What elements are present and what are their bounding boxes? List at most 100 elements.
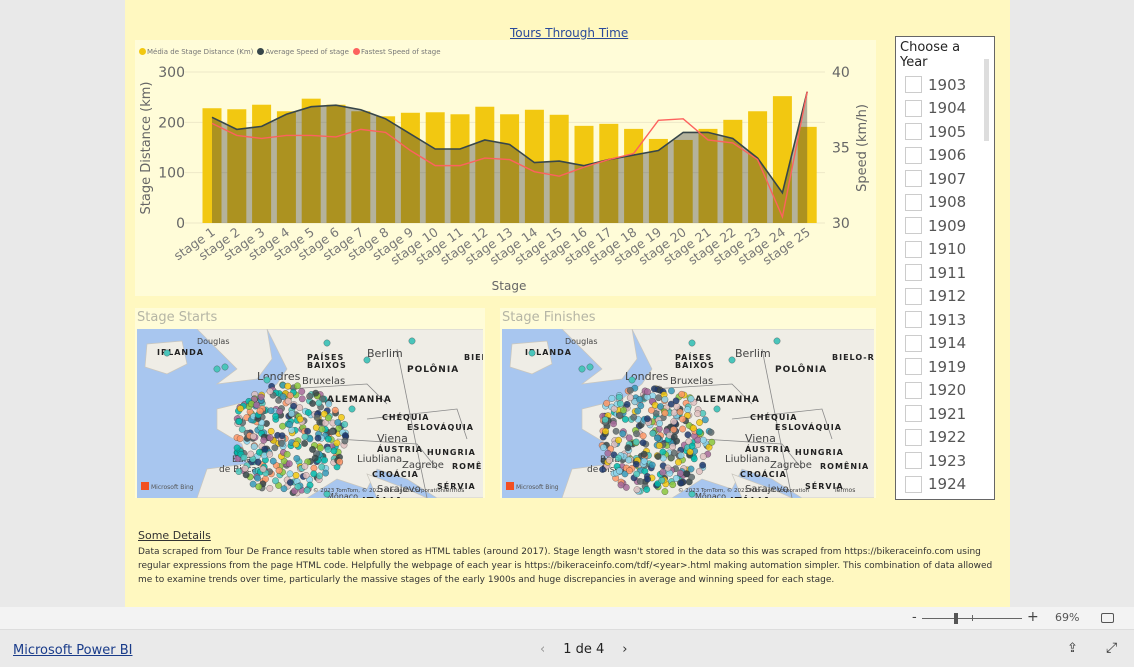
- checkbox[interactable]: [905, 240, 922, 258]
- year-option[interactable]: 1906: [896, 144, 994, 168]
- stage-location-dot[interactable]: [626, 387, 634, 394]
- stage-location-dot[interactable]: [318, 463, 326, 471]
- stage-location-dot[interactable]: [235, 468, 243, 475]
- stage-location-dot[interactable]: [701, 416, 709, 424]
- year-option[interactable]: 1921: [896, 402, 994, 426]
- next-page-button[interactable]: ›: [622, 642, 627, 657]
- year-option[interactable]: 1920: [896, 379, 994, 403]
- stage-location-dot[interactable]: [263, 376, 271, 384]
- stage-location-dot[interactable]: [578, 365, 586, 373]
- stage-location-dot[interactable]: [669, 443, 677, 451]
- year-option[interactable]: 1912: [896, 285, 994, 309]
- stage-location-dot[interactable]: [311, 454, 319, 462]
- stage-location-dot[interactable]: [670, 409, 678, 417]
- stage-location-dot[interactable]: [286, 470, 294, 478]
- stage-location-dot[interactable]: [639, 439, 647, 447]
- stage-location-dot[interactable]: [636, 478, 644, 485]
- checkbox[interactable]: [905, 381, 922, 399]
- stage-location-dot[interactable]: [670, 426, 678, 433]
- stage-location-dot[interactable]: [640, 450, 648, 458]
- stage-location-dot[interactable]: [684, 406, 691, 413]
- stage-location-dot[interactable]: [688, 339, 696, 347]
- stage-location-dot[interactable]: [330, 447, 338, 455]
- stage-location-dot[interactable]: [672, 397, 680, 405]
- stage-location-dot[interactable]: [620, 406, 627, 414]
- year-option[interactable]: 1908: [896, 191, 994, 215]
- stage-location-dot[interactable]: [290, 402, 297, 410]
- stage-location-dot[interactable]: [294, 382, 301, 390]
- stage-location-dot[interactable]: [242, 471, 250, 479]
- stage-location-dot[interactable]: [621, 416, 629, 423]
- stage-location-dot[interactable]: [240, 454, 248, 461]
- stage-location-dot[interactable]: [624, 444, 632, 452]
- stage-location-dot[interactable]: [528, 349, 536, 357]
- stage-location-dot[interactable]: [699, 461, 707, 469]
- checkbox[interactable]: [905, 99, 922, 117]
- stage-location-dot[interactable]: [640, 457, 648, 465]
- checkbox[interactable]: [905, 334, 922, 352]
- stage-location-dot[interactable]: [237, 405, 244, 412]
- stage-location-dot[interactable]: [324, 435, 332, 443]
- stage-location-dot[interactable]: [679, 425, 686, 433]
- stage-location-dot[interactable]: [625, 434, 633, 442]
- stage-location-dot[interactable]: [657, 403, 664, 410]
- year-option[interactable]: 1910: [896, 238, 994, 262]
- stage-location-dot[interactable]: [279, 393, 287, 400]
- stage-location-dot[interactable]: [670, 449, 678, 457]
- stage-location-dot[interactable]: [619, 430, 627, 438]
- stage-location-dot[interactable]: [644, 415, 651, 423]
- stage-location-dot[interactable]: [708, 438, 716, 446]
- stage-location-dot[interactable]: [267, 407, 275, 415]
- stage-location-dot[interactable]: [283, 451, 291, 458]
- stage-location-dot[interactable]: [267, 427, 275, 435]
- checkbox[interactable]: [905, 499, 922, 500]
- year-option[interactable]: 1922: [896, 426, 994, 450]
- stage-location-dot[interactable]: [279, 422, 286, 430]
- fullscreen-icon[interactable]: ⤢: [1106, 640, 1117, 656]
- stage-location-dot[interactable]: [600, 444, 607, 451]
- stage-location-dot[interactable]: [284, 397, 292, 405]
- stage-location-dot[interactable]: [654, 434, 661, 442]
- stage-location-dot[interactable]: [310, 464, 318, 472]
- stage-location-dot[interactable]: [301, 462, 309, 470]
- stage-location-dot[interactable]: [687, 465, 695, 473]
- stage-location-dot[interactable]: [249, 480, 257, 488]
- stage-location-dot[interactable]: [634, 407, 642, 415]
- stage-location-dot[interactable]: [315, 399, 323, 407]
- stage-location-dot[interactable]: [632, 438, 640, 446]
- slicer-scrollbar[interactable]: [984, 59, 989, 141]
- stage-location-dot[interactable]: [286, 392, 294, 399]
- report-title[interactable]: Tours Through Time: [510, 26, 628, 40]
- stage-location-dot[interactable]: [670, 433, 678, 441]
- stage-location-dot[interactable]: [696, 467, 703, 475]
- stage-location-dot[interactable]: [266, 434, 274, 442]
- stage-location-dot[interactable]: [316, 472, 323, 480]
- stage-location-dot[interactable]: [616, 400, 624, 407]
- stage-location-dot[interactable]: [322, 469, 329, 477]
- stage-location-dot[interactable]: [292, 440, 300, 448]
- stage-location-dot[interactable]: [292, 472, 300, 479]
- stage-location-dot[interactable]: [266, 387, 274, 395]
- stage-location-dot[interactable]: [678, 390, 686, 398]
- stage-location-dot[interactable]: [623, 401, 631, 408]
- year-option[interactable]: 1905: [896, 120, 994, 144]
- stage-location-dot[interactable]: [656, 442, 663, 449]
- stage-location-dot[interactable]: [255, 483, 263, 491]
- stage-location-dot[interactable]: [696, 428, 703, 436]
- stage-location-dot[interactable]: [687, 395, 695, 403]
- stage-location-dot[interactable]: [286, 479, 294, 486]
- year-option[interactable]: 1903: [896, 73, 994, 97]
- stage-location-dot[interactable]: [602, 427, 609, 435]
- stage-location-dot[interactable]: [296, 415, 304, 423]
- stage-location-dot[interactable]: [302, 472, 310, 479]
- stage-location-dot[interactable]: [603, 399, 610, 407]
- stage-location-dot[interactable]: [253, 401, 260, 409]
- stage-location-dot[interactable]: [325, 400, 333, 408]
- year-option[interactable]: 1923: [896, 449, 994, 473]
- stage-location-dot[interactable]: [235, 418, 243, 425]
- checkbox[interactable]: [905, 287, 922, 305]
- stage-location-dot[interactable]: [324, 446, 332, 453]
- stage-location-dot[interactable]: [643, 486, 651, 493]
- stage-location-dot[interactable]: [690, 424, 697, 432]
- stage-location-dot[interactable]: [617, 481, 625, 489]
